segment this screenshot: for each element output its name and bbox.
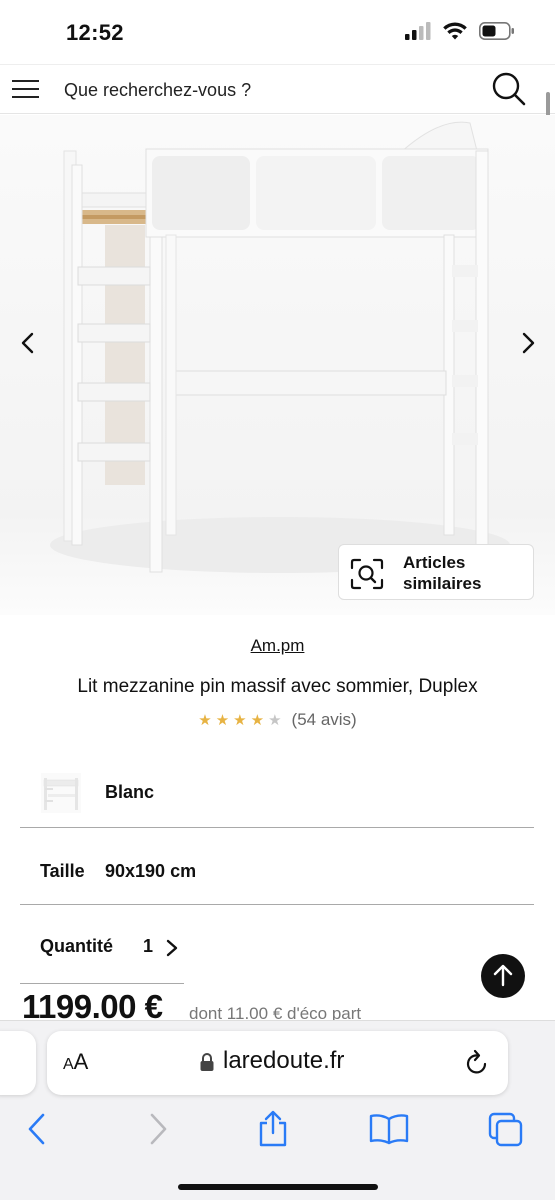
- battery-icon: [479, 22, 514, 40]
- text-size-label-small: A: [63, 1056, 74, 1073]
- similar-articles-label: Articles similaires: [403, 553, 482, 593]
- product-title: Lit mezzanine pin massif avec sommier, D…: [77, 676, 478, 697]
- color-name: Blanc: [105, 782, 155, 802]
- quantity-label: Quantité: [40, 936, 114, 956]
- color-swatch-thumbnail: [41, 773, 81, 813]
- similar-articles-button[interactable]: Articles similaires: [338, 544, 534, 600]
- address-bar[interactable]: AA laredoute.fr: [47, 1031, 508, 1095]
- chevron-right-icon: [522, 332, 535, 354]
- back-to-top-button[interactable]: [481, 954, 525, 998]
- wifi-icon: [443, 22, 467, 40]
- star-filled-icon: ★: [250, 712, 269, 729]
- bookmarks-button[interactable]: [369, 1109, 409, 1149]
- tabs-button[interactable]: [486, 1109, 526, 1149]
- status-bar: 12:52: [0, 0, 555, 64]
- star-filled-icon: ★: [215, 712, 234, 729]
- review-count[interactable]: (54 avis): [292, 710, 357, 730]
- menu-button[interactable]: [12, 77, 40, 101]
- share-icon: [259, 1110, 287, 1147]
- size-label: Taille: [40, 861, 85, 881]
- brand-link[interactable]: Am.pm: [0, 636, 555, 656]
- product-image: [50, 121, 510, 573]
- back-arrow-icon: [28, 1113, 45, 1145]
- quantity-selector[interactable]: Quantité 1: [20, 920, 184, 984]
- hamburger-icon-line: [12, 96, 39, 98]
- text-size-label-large: A: [73, 1049, 89, 1074]
- rating-stars: ★★★★★: [198, 711, 285, 729]
- gallery-previous-button[interactable]: [14, 327, 42, 359]
- gallery-next-button[interactable]: [514, 327, 542, 359]
- reload-button[interactable]: [464, 1049, 490, 1082]
- color-selector[interactable]: Blanc: [20, 754, 534, 828]
- text-size-button[interactable]: AA: [63, 1049, 88, 1075]
- browser-back-button[interactable]: [17, 1109, 57, 1149]
- size-selector[interactable]: Taille 90x190 cm: [20, 829, 534, 905]
- arrow-up-icon: [493, 964, 513, 987]
- product-image-gallery[interactable]: Articles similaires: [0, 115, 555, 615]
- previous-tab-preview[interactable]: [0, 1031, 36, 1095]
- search-button[interactable]: [491, 71, 527, 107]
- forward-arrow-icon: [150, 1113, 167, 1145]
- book-icon: [369, 1114, 409, 1145]
- chevron-right-icon: [166, 939, 178, 957]
- hamburger-icon-line: [12, 80, 39, 82]
- status-time: 12:52: [66, 20, 124, 45]
- star-empty-icon: ★: [268, 712, 286, 729]
- url-text: laredoute.fr: [223, 1047, 345, 1074]
- browser-toolbar: AA laredoute.fr: [0, 1020, 555, 1200]
- star-filled-icon: ★: [233, 712, 251, 729]
- tabs-icon: [488, 1112, 523, 1147]
- size-value: 90x190 cm: [105, 861, 197, 881]
- share-button[interactable]: [253, 1109, 293, 1149]
- visual-search-icon: [350, 558, 384, 590]
- reload-icon: [466, 1049, 487, 1074]
- search-icon: [492, 72, 526, 106]
- browser-forward-button[interactable]: [138, 1109, 178, 1149]
- home-indicator: [178, 1184, 378, 1190]
- search-input[interactable]: [64, 77, 464, 103]
- cellular-signal-icon: [405, 22, 431, 40]
- rating[interactable]: ★★★★★ (54 avis): [0, 710, 555, 730]
- quantity-value: 1: [143, 936, 154, 956]
- star-filled-icon: ★: [198, 712, 216, 729]
- status-icons: [405, 22, 515, 40]
- chevron-left-icon: [21, 332, 34, 354]
- lock-icon: [200, 1053, 214, 1071]
- site-header: [0, 64, 555, 114]
- hamburger-icon-line: [12, 88, 39, 90]
